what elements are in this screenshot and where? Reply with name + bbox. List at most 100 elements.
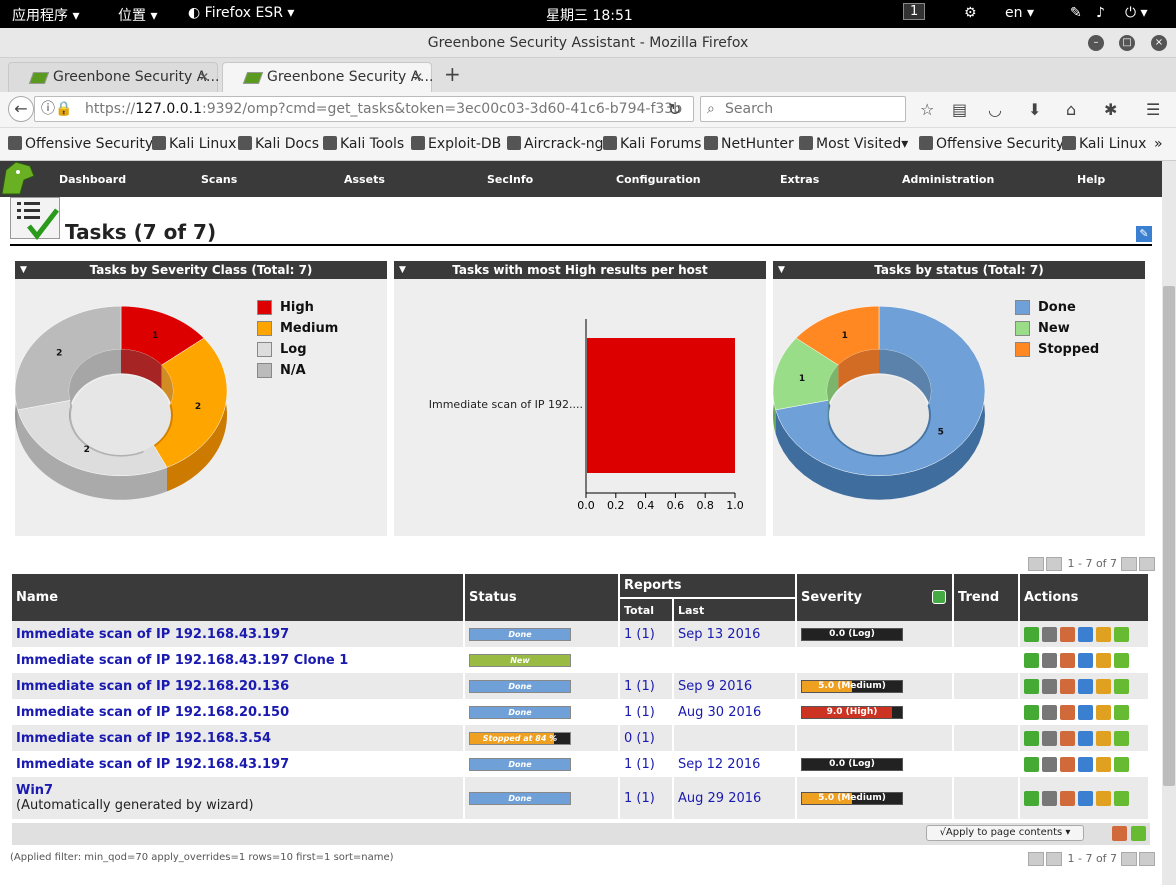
clone-task-icon[interactable] — [1096, 652, 1111, 668]
start-task-icon[interactable] — [1024, 626, 1039, 642]
export-task-icon[interactable] — [1114, 790, 1129, 806]
reports-total-link[interactable]: 0 (1) — [624, 731, 655, 746]
task-name-link[interactable]: Immediate scan of IP 192.168.20.136 — [16, 679, 459, 694]
clone-task-icon[interactable] — [1096, 756, 1111, 772]
tool-icon[interactable]: ✎ — [1070, 5, 1082, 21]
pocket-icon[interactable]: ◡ — [988, 100, 1002, 119]
menu-dashboard[interactable]: Dashboard — [59, 173, 126, 186]
start-task-icon[interactable] — [1024, 730, 1039, 746]
start-task-icon[interactable] — [1024, 652, 1039, 668]
bookmark-item[interactable]: Offensive Security — [8, 136, 153, 152]
export-task-icon[interactable] — [1114, 626, 1129, 642]
reports-last-link[interactable]: Sep 9 2016 — [678, 679, 752, 694]
bookmark-item[interactable]: Kali Linux — [152, 136, 236, 152]
reports-last-link[interactable]: Sep 13 2016 — [678, 627, 760, 642]
next-page-icon[interactable] — [1120, 852, 1137, 866]
tab-greenbone-2[interactable]: Greenbone Security A... ✕ — [222, 62, 433, 92]
edit-task-icon[interactable] — [1078, 626, 1093, 642]
menu-help[interactable]: Help — [1077, 173, 1105, 186]
menu-secinfo[interactable]: SecInfo — [487, 173, 533, 186]
status-progress-bar[interactable]: Stopped at 84 % — [469, 731, 571, 745]
bookmark-item[interactable]: Exploit-DB — [411, 136, 501, 152]
back-icon[interactable]: ← — [8, 96, 34, 122]
bookmark-item[interactable]: NetHunter — [704, 136, 794, 152]
clock[interactable]: 星期三 18:51 — [546, 5, 633, 25]
export-task-icon[interactable] — [1114, 678, 1129, 694]
delete-task-icon[interactable] — [1060, 790, 1075, 806]
bookmark-item[interactable]: Kali Tools — [323, 136, 404, 152]
extension-icon[interactable]: ✱ — [1104, 100, 1117, 119]
minimize-icon[interactable]: – — [1088, 35, 1104, 51]
scrollbar-thumb[interactable] — [1163, 286, 1175, 786]
more-bookmarks-icon[interactable]: » — [1154, 136, 1163, 152]
panel-header[interactable]: ▼ Tasks with most High results per host — [394, 261, 766, 279]
places-menu[interactable]: 位置 ▾ — [118, 5, 157, 25]
panel-header[interactable]: ▼ Tasks by Severity Class (Total: 7) — [15, 261, 387, 279]
language-menu[interactable]: en ▾ — [1005, 5, 1034, 21]
edit-task-icon[interactable] — [1078, 704, 1093, 720]
maximize-icon[interactable]: □ — [1119, 35, 1135, 51]
delete-task-icon[interactable] — [1060, 704, 1075, 720]
bookmark-item[interactable]: Offensive Security — [919, 136, 1064, 152]
overrides-toggle-icon[interactable] — [932, 590, 946, 604]
edit-wrench-icon[interactable]: ✎ — [1136, 226, 1152, 242]
col-trend[interactable]: Trend — [953, 574, 1020, 621]
start-task-icon[interactable] — [1024, 704, 1039, 720]
edit-task-icon[interactable] — [1078, 730, 1093, 746]
delete-task-icon[interactable] — [1060, 626, 1075, 642]
download-icon[interactable]: ⬇ — [1028, 100, 1041, 119]
delete-task-icon[interactable] — [1060, 756, 1075, 772]
start-task-icon[interactable] — [1024, 790, 1039, 806]
status-progress-bar[interactable]: Done — [469, 627, 571, 641]
menu-administration[interactable]: Administration — [902, 173, 994, 186]
url-bar[interactable]: ⓘ🔒 https://127.0.0.1:9392/omp?cmd=get_ta… — [34, 96, 694, 122]
collapse-triangle-icon[interactable]: ▼ — [399, 261, 406, 279]
last-page-icon[interactable] — [1138, 557, 1155, 571]
site-info-icon[interactable]: ⓘ🔒 — [41, 97, 72, 121]
workspace-indicator[interactable]: 1 — [903, 3, 926, 20]
status-progress-bar[interactable]: Done — [469, 679, 571, 693]
bulk-export-icon[interactable] — [1131, 826, 1146, 841]
delete-task-icon[interactable] — [1060, 652, 1075, 668]
tab-greenbone-1[interactable]: Greenbone Security A... ✕ — [8, 62, 219, 92]
edit-task-icon[interactable] — [1078, 790, 1093, 806]
col-reports-last[interactable]: Last — [673, 598, 797, 621]
resume-task-icon[interactable] — [1042, 704, 1057, 720]
reports-last-link[interactable]: Aug 29 2016 — [678, 791, 761, 806]
resume-task-icon[interactable] — [1042, 652, 1057, 668]
col-name[interactable]: Name — [12, 574, 465, 621]
start-task-icon[interactable] — [1024, 678, 1039, 694]
clone-task-icon[interactable] — [1096, 626, 1111, 642]
export-task-icon[interactable] — [1114, 704, 1129, 720]
reload-icon[interactable]: ↻ — [668, 100, 681, 119]
delete-task-icon[interactable] — [1060, 730, 1075, 746]
task-name-link[interactable]: Immediate scan of IP 192.168.43.197 Clon… — [16, 653, 459, 668]
collapse-triangle-icon[interactable]: ▼ — [778, 261, 785, 279]
menu-assets[interactable]: Assets — [344, 173, 385, 186]
clone-task-icon[interactable] — [1096, 790, 1111, 806]
search-input[interactable]: ⌕ Search — [700, 96, 906, 122]
home-icon[interactable]: ⌂ — [1066, 100, 1076, 119]
bookmark-item[interactable]: Kali Linux — [1062, 136, 1146, 152]
first-page-icon[interactable] — [1028, 557, 1044, 571]
resume-task-icon[interactable] — [1042, 790, 1057, 806]
start-task-icon[interactable] — [1024, 756, 1039, 772]
export-task-icon[interactable] — [1114, 652, 1129, 668]
edit-task-icon[interactable] — [1078, 652, 1093, 668]
close-tab-icon[interactable]: ✕ — [413, 70, 423, 84]
status-progress-bar[interactable]: Done — [469, 705, 571, 719]
network-icon[interactable]: ⚙ — [964, 5, 977, 21]
reports-total-link[interactable]: 1 (1) — [624, 705, 655, 720]
clone-task-icon[interactable] — [1096, 730, 1111, 746]
col-severity[interactable]: Severity — [796, 574, 954, 621]
delete-task-icon[interactable] — [1060, 678, 1075, 694]
reports-last-link[interactable]: Aug 30 2016 — [678, 705, 761, 720]
first-page-icon[interactable] — [1028, 852, 1044, 866]
resume-task-icon[interactable] — [1042, 678, 1057, 694]
reports-total-link[interactable]: 1 (1) — [624, 679, 655, 694]
bulk-delete-icon[interactable] — [1112, 826, 1127, 841]
apply-to-page-dropdown[interactable]: √Apply to page contents ▾ — [926, 825, 1084, 841]
reading-list-icon[interactable]: ▤ — [952, 100, 967, 119]
next-page-icon[interactable] — [1120, 557, 1137, 571]
reports-total-link[interactable]: 1 (1) — [624, 627, 655, 642]
